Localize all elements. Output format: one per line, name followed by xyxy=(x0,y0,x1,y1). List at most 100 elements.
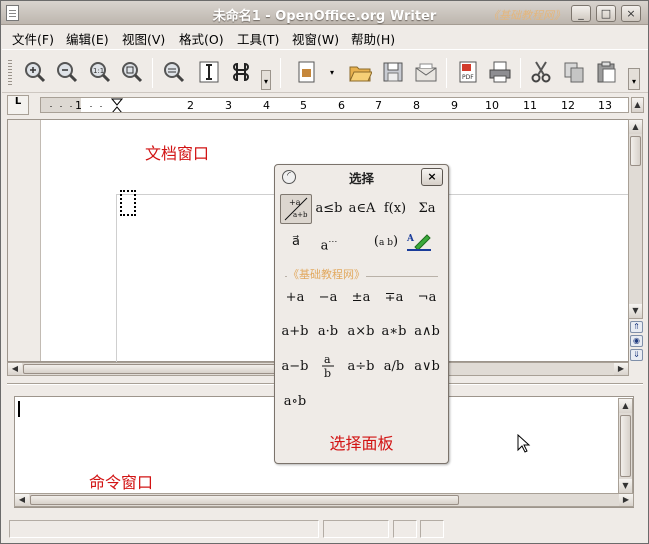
horizontal-ruler[interactable]: 1 2 3 4 5 6 7 8 9 10 11 12 13 xyxy=(40,97,629,113)
a-slash-b-button[interactable]: a/b xyxy=(378,352,410,382)
not-a-button[interactable]: ¬a xyxy=(411,283,443,313)
vertical-scroll-thumb[interactable] xyxy=(620,415,631,477)
page-boundary-line xyxy=(116,194,117,362)
ruler-number: 12 xyxy=(561,99,575,112)
more-icon[interactable]: ▾ xyxy=(261,70,271,90)
minimize-button[interactable]: _ xyxy=(571,5,591,22)
command-vertical-scrollbar[interactable]: ▲ ▼ xyxy=(618,398,633,494)
zoom-out-icon[interactable] xyxy=(55,60,79,84)
menu-window[interactable]: 视窗(W) xyxy=(292,29,339,48)
ruler-scroll-up-arrow[interactable]: ▲ xyxy=(631,97,644,113)
export-pdf-icon[interactable]: PDF xyxy=(456,60,480,84)
ruler-number: 2 xyxy=(187,99,194,112)
brackets-button[interactable]: (a b) xyxy=(370,227,402,257)
menu-view[interactable]: 视图(V) xyxy=(122,29,165,48)
scroll-down-arrow[interactable]: ▼ xyxy=(619,479,632,493)
horizontal-scroll-thumb[interactable] xyxy=(30,495,459,505)
formula-placeholder[interactable] xyxy=(120,190,136,216)
scroll-right-arrow[interactable]: ▶ xyxy=(619,494,633,506)
svg-text:b: b xyxy=(324,367,331,380)
others-button[interactable]: a⋯ xyxy=(313,227,345,257)
ruler-area: L 1 2 3 4 5 6 7 8 9 10 11 12 13 ▲ xyxy=(7,95,644,115)
ruler-number: 13 xyxy=(598,99,612,112)
a-cdot-b-button[interactable]: a·b xyxy=(312,317,344,347)
ruler-number: 10 xyxy=(485,99,499,112)
scroll-down-arrow[interactable]: ▼ xyxy=(629,304,642,318)
svg-text:1:1: 1:1 xyxy=(93,67,104,75)
next-page-icon[interactable]: ⇓ xyxy=(630,349,643,361)
operators-button[interactable]: Σa xyxy=(411,194,443,224)
copy-icon[interactable] xyxy=(562,60,586,84)
set-operations-button[interactable]: a∈A xyxy=(346,194,378,224)
status-cell xyxy=(323,520,389,538)
a-plus-b-button[interactable]: a+b xyxy=(279,317,311,347)
save-icon[interactable] xyxy=(381,60,405,84)
ruler-ticks xyxy=(50,106,102,107)
document-vertical-scrollbar[interactable]: ▲ ▼ xyxy=(628,119,643,319)
document-left-margin xyxy=(8,120,41,361)
toolbar-grip[interactable] xyxy=(8,60,12,86)
open-icon[interactable] xyxy=(348,60,372,84)
svg-text:PDF: PDF xyxy=(462,74,474,81)
scroll-left-arrow[interactable]: ◀ xyxy=(15,494,29,506)
attributes-button[interactable]: a⃗ xyxy=(280,227,312,257)
a-and-b-button[interactable]: a∧b xyxy=(411,317,443,347)
navigator-icon[interactable]: ◉ xyxy=(630,335,643,347)
menu-format[interactable]: 格式(O) xyxy=(179,29,224,48)
text-cursor xyxy=(18,401,20,417)
a-times-b-button[interactable]: a×b xyxy=(345,317,377,347)
panel-close-button[interactable]: × xyxy=(421,168,443,186)
title-watermark: 《基础教程网》 xyxy=(488,9,565,22)
new-dropdown-arrow[interactable]: ▾ xyxy=(330,68,334,77)
zoom-page-icon[interactable] xyxy=(120,60,144,84)
relations-button[interactable]: a≤b xyxy=(313,194,345,224)
a-circ-b-button[interactable]: a∘b xyxy=(279,387,311,417)
scroll-up-arrow[interactable]: ▲ xyxy=(619,399,632,413)
menu-file[interactable]: 文件(F) xyxy=(12,29,54,48)
vertical-scroll-thumb[interactable] xyxy=(630,136,641,166)
zoom-optimal-icon[interactable] xyxy=(162,60,186,84)
functions-button[interactable]: f(x) xyxy=(379,194,411,224)
a-or-b-button[interactable]: a∨b xyxy=(411,352,443,382)
zoom-100-icon[interactable]: 1:1 xyxy=(88,60,112,84)
mouse-pointer-icon xyxy=(517,434,531,453)
paste-icon[interactable] xyxy=(595,60,619,84)
menu-help[interactable]: 帮助(H) xyxy=(351,29,395,48)
formats-button[interactable]: A xyxy=(403,227,435,257)
new-document-icon[interactable] xyxy=(295,60,319,84)
a-over-b-button[interactable]: ab xyxy=(312,352,344,382)
formula-cursor-icon[interactable] xyxy=(229,60,253,84)
indent-marker-icon[interactable] xyxy=(111,98,123,113)
document-window-annotation: 文档窗口 xyxy=(145,144,210,163)
a-star-b-button[interactable]: a∗b xyxy=(378,317,410,347)
scroll-up-arrow[interactable]: ▲ xyxy=(629,120,642,134)
a-div-b-button[interactable]: a÷b xyxy=(345,352,377,382)
a-minus-b-button[interactable]: a−b xyxy=(279,352,311,382)
toolbar-separator xyxy=(280,58,281,88)
ruler-number: 7 xyxy=(375,99,382,112)
minus-a-button[interactable]: −a xyxy=(312,283,344,313)
maximize-button[interactable]: □ xyxy=(596,5,616,22)
scroll-right-arrow[interactable]: ▶ xyxy=(614,363,628,375)
menu-tools[interactable]: 工具(T) xyxy=(237,29,279,48)
toolbar-separator xyxy=(152,58,153,88)
menu-edit[interactable]: 编辑(E) xyxy=(66,29,109,48)
tab-stop-selector[interactable]: L xyxy=(7,95,29,115)
ruler-number: 8 xyxy=(413,99,420,112)
insert-text-icon[interactable] xyxy=(197,60,221,84)
print-icon[interactable] xyxy=(488,60,512,84)
cut-icon[interactable] xyxy=(529,60,553,84)
command-horizontal-scrollbar[interactable]: ◀ ▶ xyxy=(14,493,634,507)
minus-plus-a-button[interactable]: ∓a xyxy=(378,283,410,313)
main-toolbar: 1:1 ▾ ▾ PDF ▾ xyxy=(2,49,648,93)
unary-binary-operators-button[interactable]: +a a+b xyxy=(280,194,312,224)
selection-panel-annotation: 选择面板 xyxy=(329,434,394,453)
zoom-in-icon[interactable] xyxy=(23,60,47,84)
previous-page-icon[interactable]: ⇑ xyxy=(630,321,643,333)
email-icon[interactable] xyxy=(414,60,438,84)
plus-minus-a-button[interactable]: ±a xyxy=(345,283,377,313)
scroll-left-arrow[interactable]: ◀ xyxy=(8,363,22,375)
plus-a-button[interactable]: +a xyxy=(279,283,311,313)
close-window-button[interactable]: × xyxy=(621,5,641,22)
overflow-icon[interactable]: ▾ xyxy=(628,68,640,90)
